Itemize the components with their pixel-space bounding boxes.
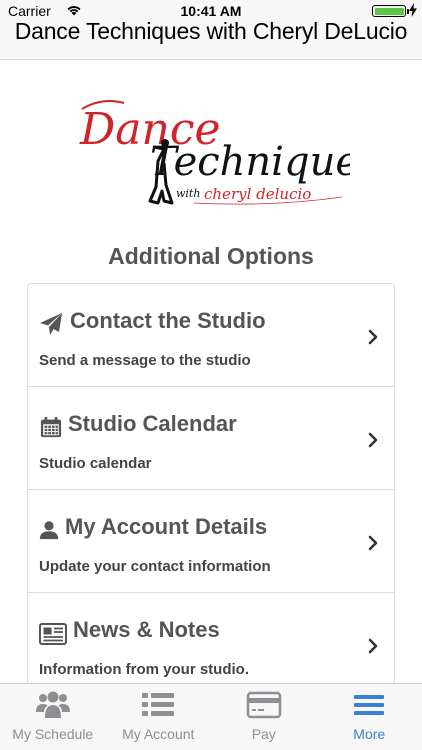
tab-label: More — [353, 726, 386, 742]
credit-card-icon — [246, 691, 281, 719]
chevron-right-icon — [368, 432, 378, 448]
option-title: My Account Details — [65, 514, 268, 539]
option-subtitle: Update your contact information — [39, 558, 271, 575]
option-studio-calendar[interactable]: Studio Calendar Studio calendar — [28, 387, 394, 490]
option-subtitle: Information from your studio. — [39, 661, 249, 678]
tab-my-account[interactable]: My Account — [106, 684, 212, 750]
newspaper-icon — [39, 623, 67, 645]
content-area[interactable]: Dance Techniques with cheryl delucio Add… — [0, 61, 422, 683]
option-subtitle: Studio calendar — [39, 455, 152, 472]
option-news-notes[interactable]: News & Notes Information from your studi… — [28, 593, 394, 683]
tab-bar: My Schedule My Account Pay More — [0, 683, 422, 750]
menu-icon — [354, 695, 385, 715]
users-icon — [35, 691, 70, 718]
option-title: Studio Calendar — [68, 411, 237, 436]
tab-label: Pay — [251, 726, 276, 742]
option-contact-studio[interactable]: Contact the Studio Send a message to the… — [28, 284, 394, 387]
chevron-right-icon — [368, 535, 378, 551]
option-subtitle: Send a message to the studio — [39, 352, 251, 369]
tab-label: My Schedule — [12, 726, 94, 742]
user-icon — [39, 521, 59, 540]
tab-more[interactable]: More — [317, 684, 422, 750]
charging-bolt-icon — [409, 3, 417, 17]
paper-plane-icon — [40, 313, 62, 335]
options-list: Contact the Studio Send a message to the… — [27, 283, 395, 683]
status-time: 10:41 AM — [180, 3, 242, 19]
status-bar: Carrier 10:41 AM — [0, 0, 422, 20]
option-my-account-details[interactable]: My Account Details Update your contact i… — [28, 490, 394, 593]
page-title: Dance Techniques with Cheryl DeLucio — [14, 18, 408, 44]
svg-text:Techniques: Techniques — [150, 139, 350, 185]
battery-icon — [372, 5, 409, 17]
navigation-bar: Dance Techniques with Cheryl DeLucio — [0, 20, 422, 60]
chevron-right-icon — [368, 638, 378, 654]
tab-pay[interactable]: Pay — [211, 684, 317, 750]
battery-fill — [374, 7, 404, 15]
tab-label: My Account — [122, 726, 195, 742]
list-icon — [142, 693, 175, 716]
studio-logo: Dance Techniques with cheryl delucio — [79, 100, 350, 205]
calendar-icon — [40, 416, 62, 438]
section-title: Additional Options — [108, 243, 314, 269]
chevron-right-icon — [368, 329, 378, 345]
svg-text:with: with — [176, 187, 200, 200]
tab-my-schedule[interactable]: My Schedule — [0, 684, 106, 750]
svg-text:cheryl delucio: cheryl delucio — [204, 185, 311, 203]
option-title: News & Notes — [73, 617, 220, 642]
option-title: Contact the Studio — [70, 308, 266, 333]
